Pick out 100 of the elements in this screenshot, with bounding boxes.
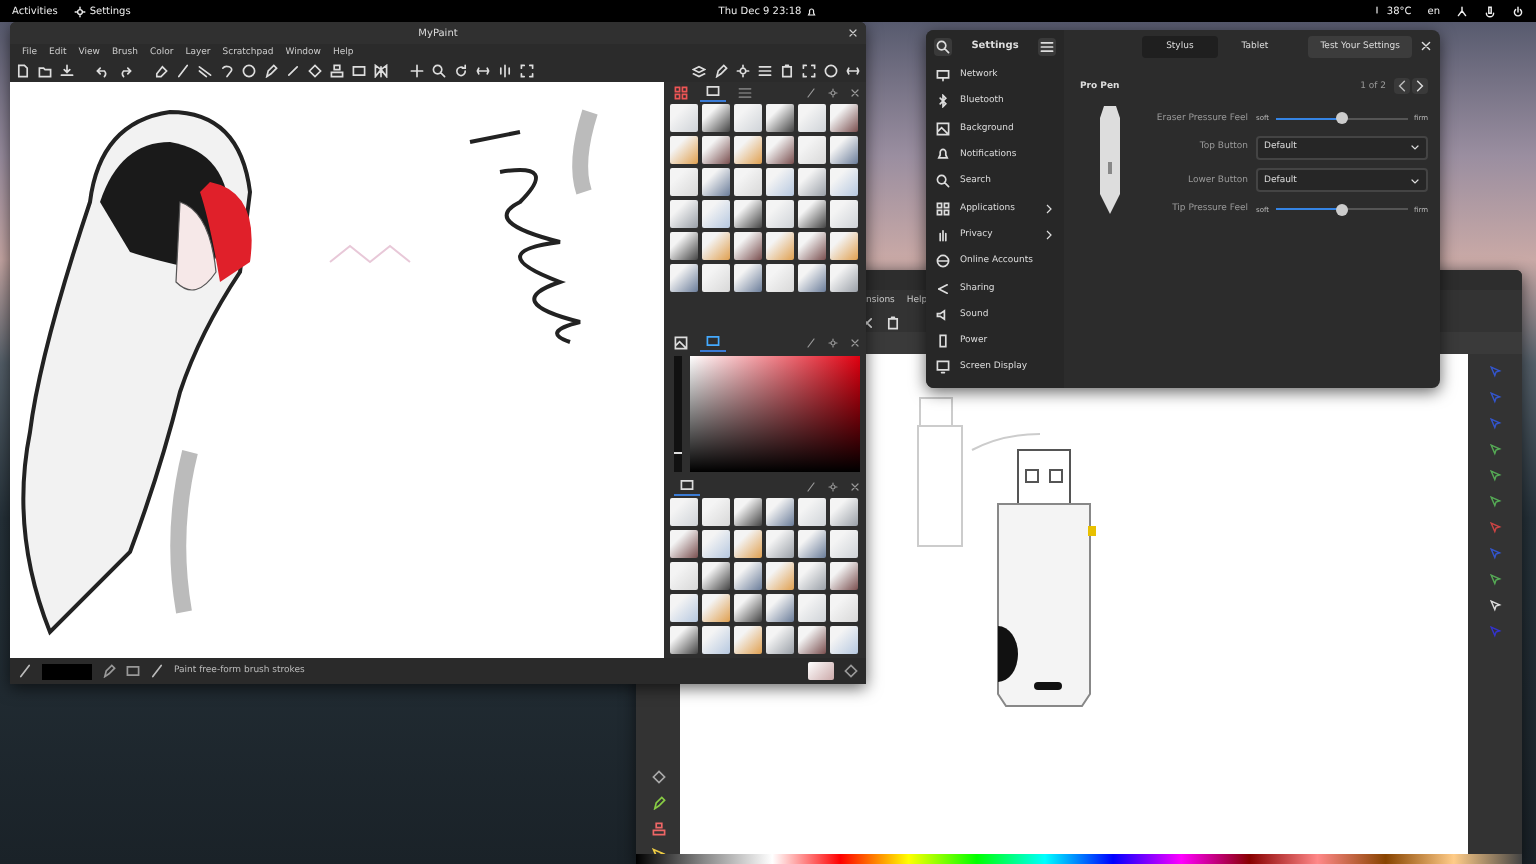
brush-thumbnail[interactable] xyxy=(670,530,698,558)
flip-icon[interactable] xyxy=(476,64,490,78)
redo-icon[interactable] xyxy=(118,64,132,78)
brush-thumbnail[interactable] xyxy=(798,626,826,654)
brush-icon[interactable] xyxy=(806,87,816,97)
move-icon[interactable] xyxy=(410,64,424,78)
tool-icon[interactable] xyxy=(1489,470,1501,482)
brush-thumbnail[interactable] xyxy=(670,562,698,590)
close-icon[interactable] xyxy=(850,87,860,97)
pen-icon[interactable] xyxy=(264,64,278,78)
undo-icon[interactable] xyxy=(96,64,110,78)
brush-icon[interactable] xyxy=(806,481,816,491)
brush-thumbnail[interactable] xyxy=(670,168,698,196)
mirror-icon[interactable] xyxy=(498,64,512,78)
brush-thumbnail[interactable] xyxy=(808,662,834,680)
color-palette[interactable] xyxy=(636,854,1522,864)
brush-thumbnail[interactable] xyxy=(702,136,730,164)
brush-thumbnail[interactable] xyxy=(670,104,698,132)
new-file-icon[interactable] xyxy=(16,64,30,78)
brush-thumbnail[interactable] xyxy=(798,136,826,164)
brush-thumbnail[interactable] xyxy=(734,136,762,164)
bucket-icon[interactable] xyxy=(651,770,665,784)
pencil-icon[interactable] xyxy=(286,64,300,78)
grid-icon[interactable] xyxy=(738,85,752,99)
butterfly-icon[interactable] xyxy=(374,64,388,78)
brush-thumbnail[interactable] xyxy=(766,104,794,132)
slider-thumb[interactable] xyxy=(1335,203,1348,216)
brush-thumbnail[interactable] xyxy=(830,594,858,622)
crop-icon[interactable] xyxy=(520,64,534,78)
brush-thumbnail[interactable] xyxy=(830,200,858,228)
brush-thumbnail[interactable] xyxy=(766,594,794,622)
brush-thumbnail[interactable] xyxy=(830,264,858,292)
brush-thumbnail[interactable] xyxy=(670,232,698,260)
picture-icon[interactable] xyxy=(674,335,688,349)
spray-icon[interactable] xyxy=(651,822,665,836)
brush-thumbnail[interactable] xyxy=(766,264,794,292)
lasso-icon[interactable] xyxy=(220,64,234,78)
brush-thumbnail[interactable] xyxy=(798,562,826,590)
brush-thumbnail[interactable] xyxy=(670,264,698,292)
brush-thumbnail[interactable] xyxy=(702,232,730,260)
brush-thumbnail[interactable] xyxy=(702,626,730,654)
current-color-swatch[interactable] xyxy=(42,663,92,679)
expand-icon[interactable] xyxy=(846,64,860,78)
brush-thumbnail[interactable] xyxy=(670,498,698,526)
flag-icon[interactable] xyxy=(126,664,140,678)
brush-thumbnail[interactable] xyxy=(830,232,858,260)
brush-thumbnail[interactable] xyxy=(766,232,794,260)
brush-thumbnail[interactable] xyxy=(702,200,730,228)
brush-thumbnail[interactable] xyxy=(734,104,762,132)
save-icon[interactable] xyxy=(60,64,74,78)
tool-icon[interactable] xyxy=(1489,496,1501,508)
paste-icon[interactable] xyxy=(886,315,900,329)
brush-thumbnail[interactable] xyxy=(702,530,730,558)
brush-thumbnail[interactable] xyxy=(830,530,858,558)
dropper-icon[interactable] xyxy=(651,796,665,810)
brush-thumbnail[interactable] xyxy=(766,498,794,526)
frame-icon[interactable] xyxy=(352,64,366,78)
brush-thumbnail[interactable] xyxy=(734,626,762,654)
brush-thumbnail[interactable] xyxy=(734,530,762,558)
color-picker-icon[interactable] xyxy=(714,64,728,78)
brush-thumbnail[interactable] xyxy=(734,232,762,260)
close-icon[interactable] xyxy=(850,481,860,491)
brush-thumbnail[interactable] xyxy=(670,594,698,622)
brush-thumbnail[interactable] xyxy=(734,498,762,526)
filter-icon[interactable] xyxy=(844,664,858,678)
document-icon[interactable] xyxy=(780,64,794,78)
brush-thumbnail[interactable] xyxy=(798,232,826,260)
brush-thumbnail[interactable] xyxy=(702,594,730,622)
menu-icon[interactable] xyxy=(1039,39,1054,53)
brush-thumbnail[interactable] xyxy=(766,136,794,164)
slider-thumb[interactable] xyxy=(1335,112,1348,125)
menu-icon[interactable] xyxy=(758,64,772,78)
open-icon[interactable] xyxy=(38,64,52,78)
brush-thumbnail[interactable] xyxy=(766,530,794,558)
brush-thumbnail[interactable] xyxy=(798,530,826,558)
brush-thumbnail[interactable] xyxy=(670,200,698,228)
brush-thumbnail[interactable] xyxy=(830,168,858,196)
search-icon[interactable] xyxy=(936,39,950,53)
brush-thumbnail[interactable] xyxy=(798,594,826,622)
brush-thumbnail[interactable] xyxy=(734,562,762,590)
layers-icon[interactable] xyxy=(692,64,706,78)
rotate-icon[interactable] xyxy=(454,64,468,78)
close-icon[interactable] xyxy=(850,337,860,347)
brush-thumbnail[interactable] xyxy=(766,168,794,196)
brush-thumbnail[interactable] xyxy=(766,626,794,654)
brush-thumbnail[interactable] xyxy=(702,104,730,132)
color-wheel-icon[interactable] xyxy=(706,334,720,348)
brush-thumbnail[interactable] xyxy=(702,264,730,292)
brush-thumbnail[interactable] xyxy=(830,626,858,654)
microphone-icon[interactable] xyxy=(1484,5,1496,17)
brush-thumbnail[interactable] xyxy=(798,104,826,132)
brush-thumbnail[interactable] xyxy=(798,498,826,526)
color-picker[interactable] xyxy=(690,356,860,472)
brush-thumbnail[interactable] xyxy=(734,168,762,196)
lines-icon[interactable] xyxy=(198,64,212,78)
brush-thumbnail[interactable] xyxy=(766,200,794,228)
brushes-icon[interactable] xyxy=(706,84,720,98)
stamp-icon[interactable] xyxy=(330,64,344,78)
brush-thumbnail[interactable] xyxy=(702,168,730,196)
tool-icon[interactable] xyxy=(1489,574,1501,586)
